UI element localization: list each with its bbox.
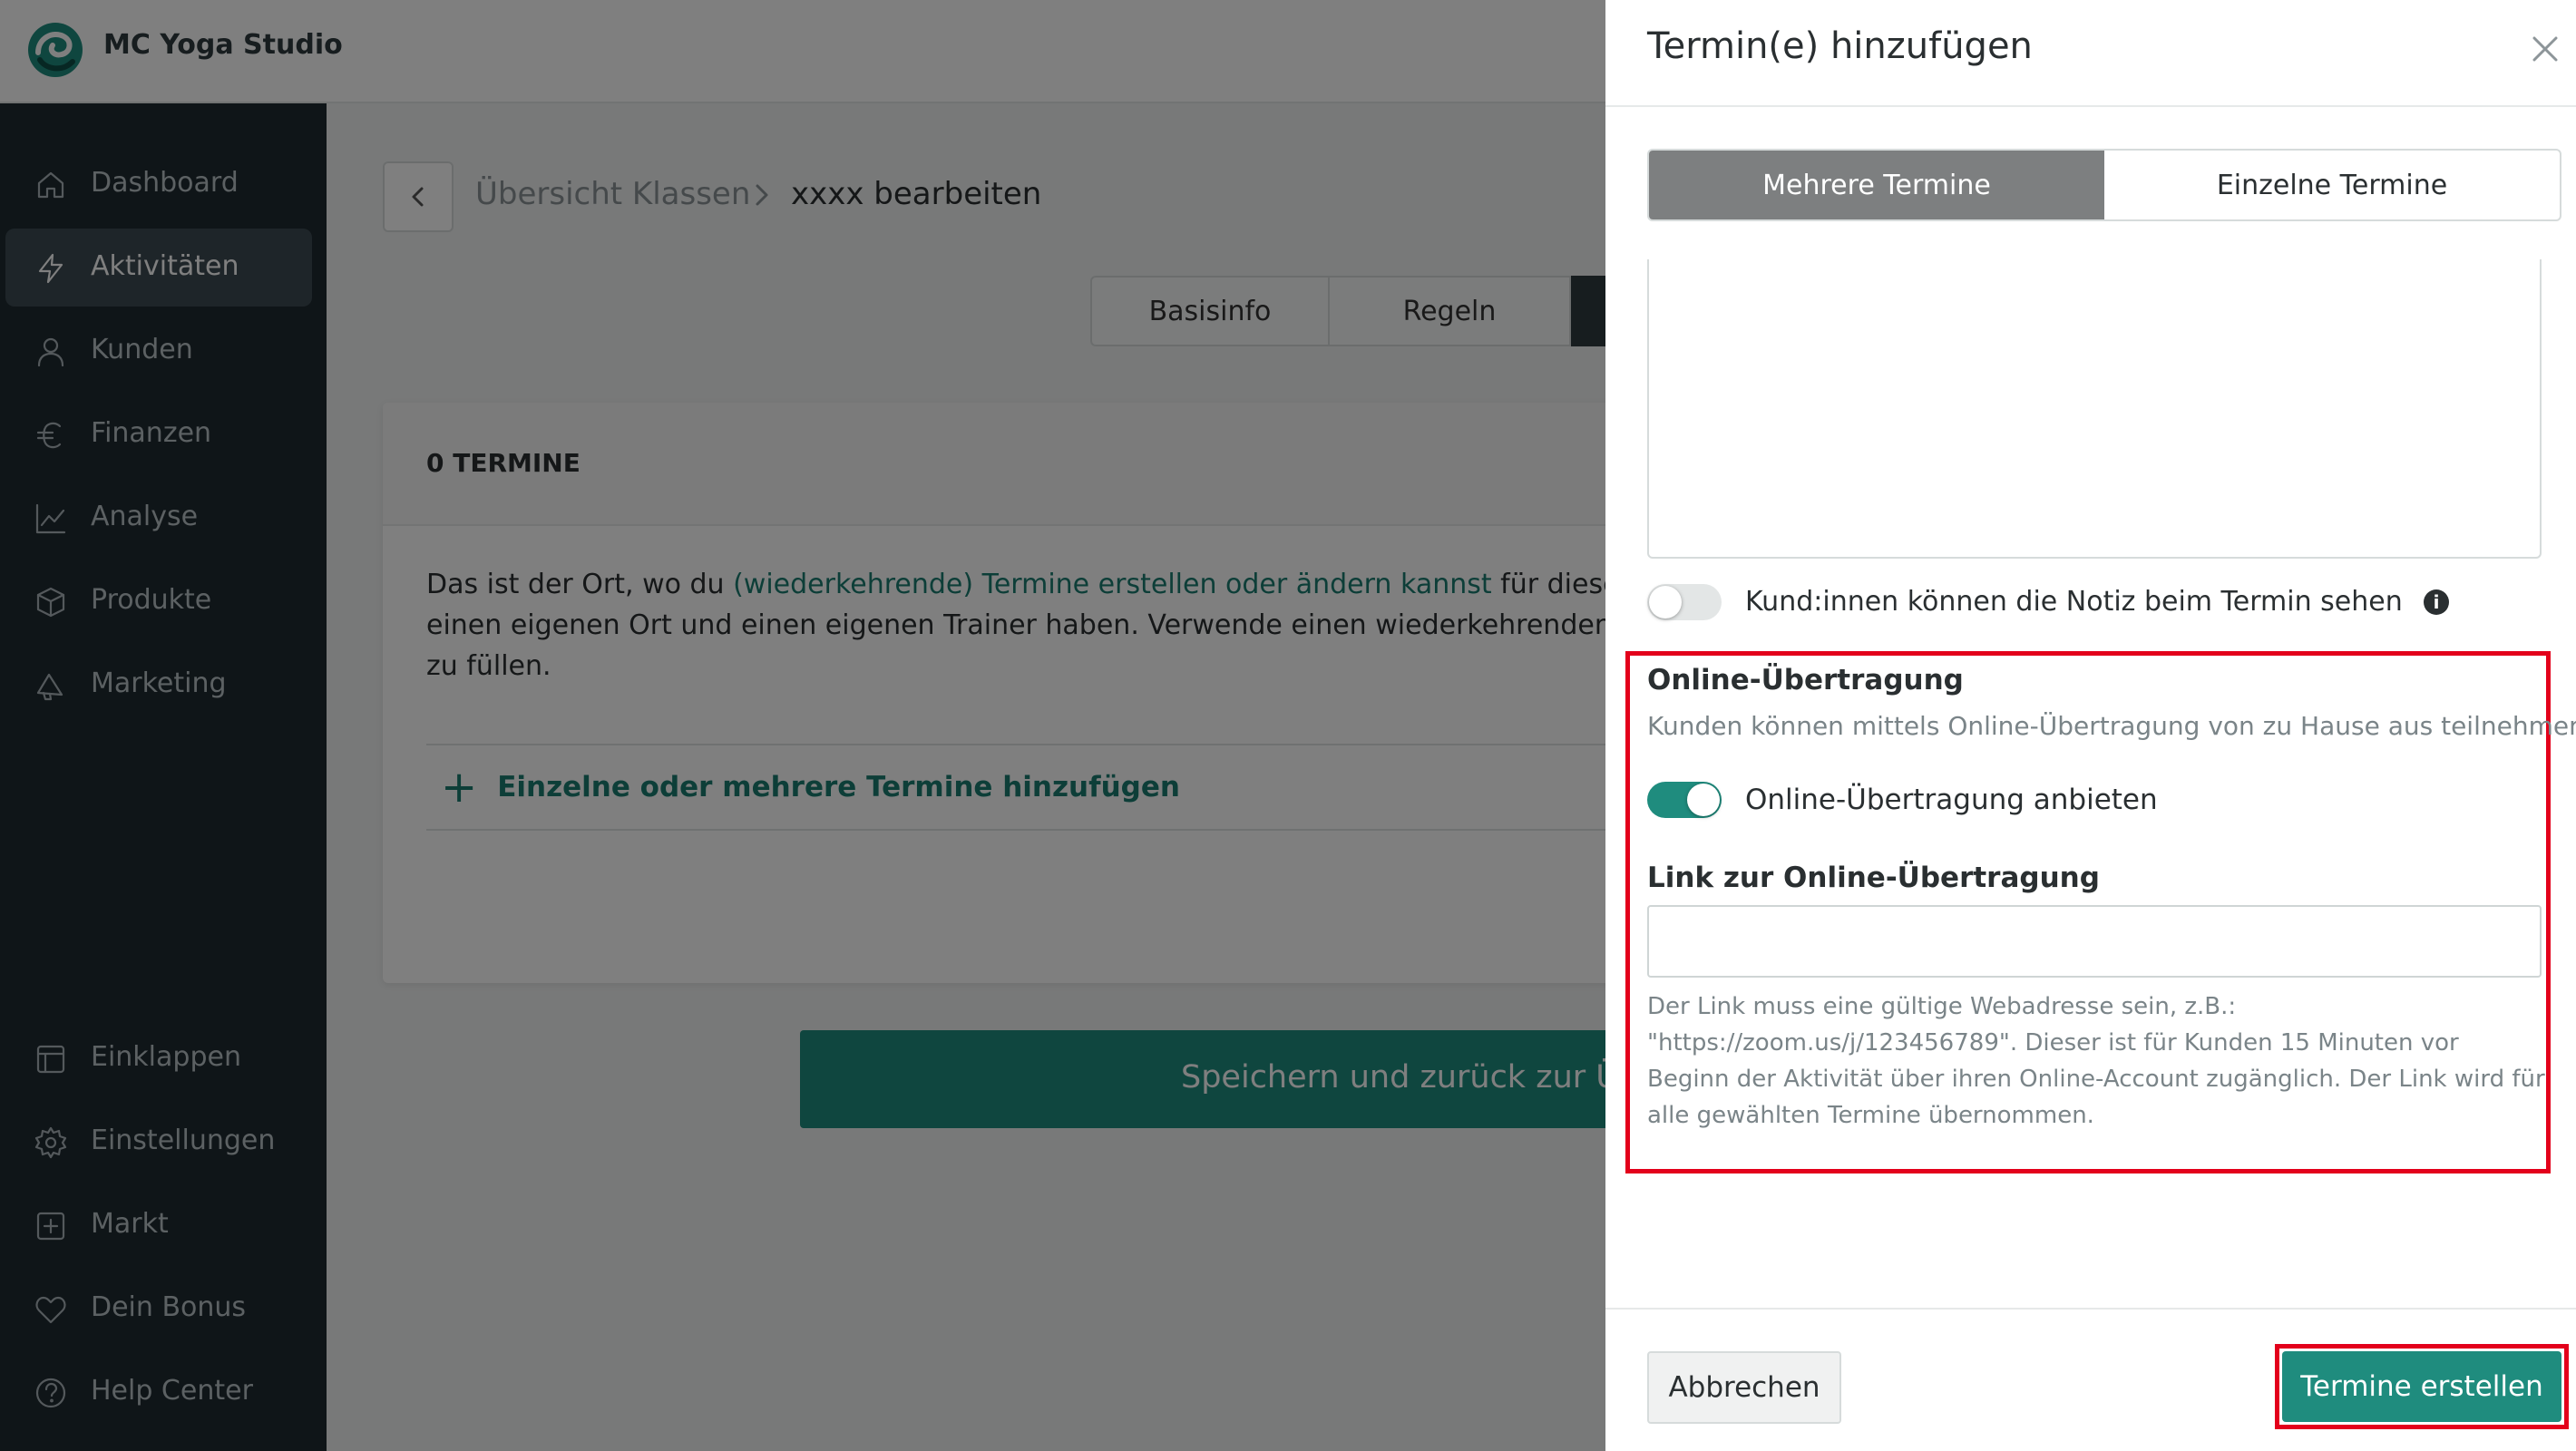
drawer-title: Termin(e) hinzufügen <box>1647 25 2033 67</box>
online-section-title: Online-Übertragung <box>1647 664 1964 696</box>
online-section-description: Kunden können mittels Online-Übertragung… <box>1647 711 2576 741</box>
divider <box>1605 105 2576 107</box>
info-icon[interactable]: i <box>2424 589 2449 615</box>
modal-backdrop[interactable] <box>0 0 1605 1451</box>
online-transmission-toggle[interactable] <box>1647 782 1722 818</box>
note-visibility-label: Kund:innen können die Notiz beim Termin … <box>1745 586 2403 618</box>
create-termine-button[interactable]: Termine erstellen <box>2282 1351 2561 1422</box>
segment-mehrere-termine[interactable]: Mehrere Termine <box>1649 151 2104 219</box>
add-termine-drawer: Termin(e) hinzufügen Mehrere Termine Ein… <box>1605 0 2576 1451</box>
online-transmission-label: Online-Übertragung anbieten <box>1745 784 2158 816</box>
link-help-text: Der Link muss eine gültige Webadresse se… <box>1647 993 2545 1129</box>
note-textarea[interactable] <box>1647 259 2542 559</box>
divider <box>1605 1308 2576 1310</box>
cancel-button[interactable]: Abbrechen <box>1647 1351 1841 1424</box>
termin-mode-selector: Mehrere Termine Einzelne Termine <box>1647 149 2561 221</box>
link-field-label: Link zur Online-Übertragung <box>1647 862 2100 894</box>
note-visibility-toggle[interactable] <box>1647 584 1722 620</box>
online-link-input[interactable] <box>1647 905 2542 978</box>
segment-einzelne-termine[interactable]: Einzelne Termine <box>2104 151 2560 219</box>
close-icon[interactable] <box>2527 31 2563 67</box>
